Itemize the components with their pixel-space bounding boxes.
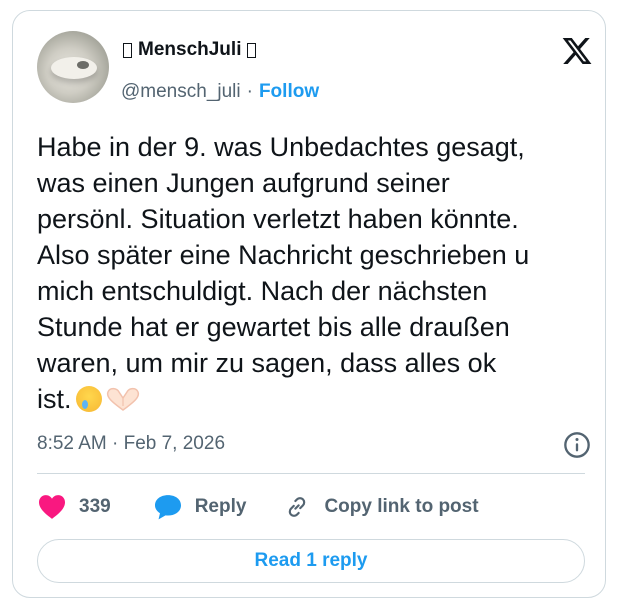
heart-hands-icon: [106, 387, 139, 411]
tweet-text: Habe in der 9. was Unbedachtes gesagt, w…: [37, 129, 597, 417]
like-count: 339: [79, 496, 111, 517]
divider: [37, 473, 585, 474]
read-replies-button[interactable]: Read 1 reply: [37, 539, 585, 583]
user-handle[interactable]: @mensch_juli: [121, 81, 241, 103]
handle-row: @mensch_juli · Follow: [121, 81, 319, 103]
link-icon: [289, 497, 306, 517]
like-button[interactable]: 339: [37, 494, 111, 520]
action-bar: 339 Reply Copy link to post: [37, 491, 479, 523]
unrendered-emoji-icon: [123, 42, 132, 58]
reply-action-button[interactable]: Reply: [153, 494, 247, 520]
separator-dot: ·: [246, 81, 253, 102]
tweet-timestamp[interactable]: 8:52 AM · Feb 7, 2026: [37, 433, 225, 455]
read-replies-label: Read 1 reply: [254, 550, 368, 571]
reply-label: Reply: [194, 496, 247, 517]
copy-link-button[interactable]: Copy link to post: [282, 494, 479, 520]
avatar[interactable]: [37, 31, 109, 103]
unrendered-emoji-icon: [247, 42, 257, 58]
tweet-card: MenschJuli @mensch_juli · Follow Habe in…: [12, 10, 606, 598]
x-logo-icon[interactable]: [561, 35, 593, 67]
tweet-text-content: Habe in der 9. was Unbedachtes gesagt, w…: [37, 132, 530, 414]
copy-link-label: Copy link to post: [324, 496, 479, 517]
follow-button[interactable]: Follow: [259, 81, 319, 103]
info-icon[interactable]: [563, 431, 591, 459]
display-name[interactable]: MenschJuli: [138, 39, 241, 61]
speech-bubble-icon: [154, 495, 181, 520]
face-holding-back-tears-icon: [75, 386, 102, 412]
display-name-row[interactable]: MenschJuli: [121, 39, 258, 61]
heart-icon: [39, 495, 65, 519]
